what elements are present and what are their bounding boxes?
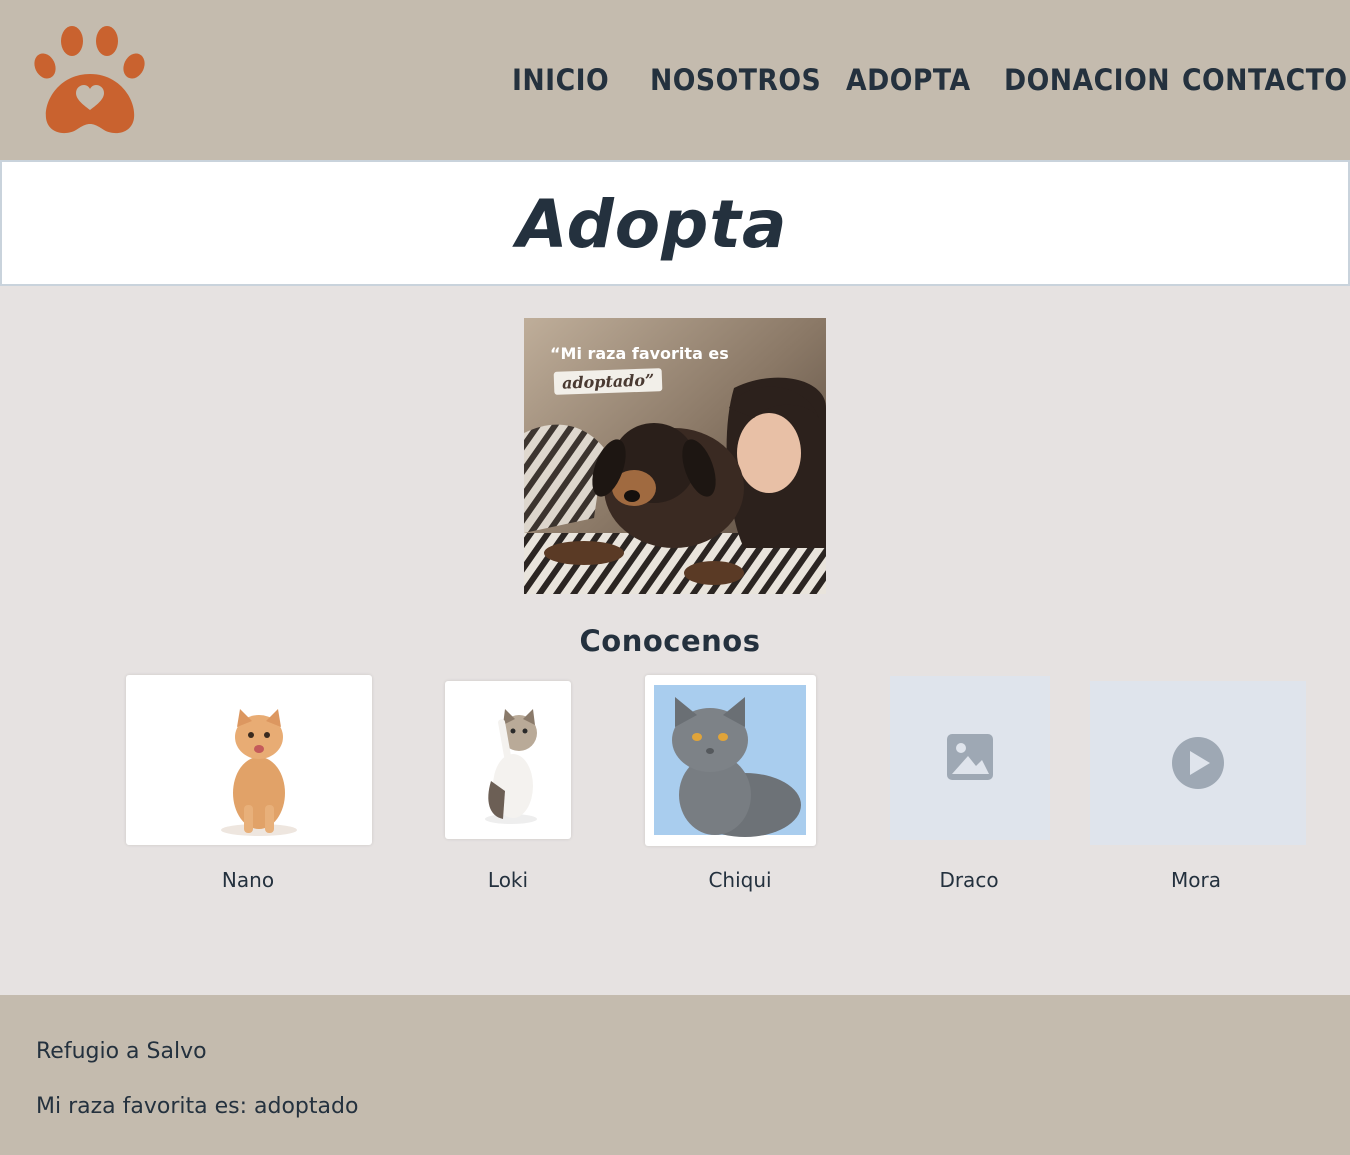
pet-name-nano[interactable]: Nano <box>148 868 348 892</box>
site-footer: Refugio a Salvo Mi raza favorita es: ado… <box>0 995 1350 1155</box>
pet-card-draco[interactable] <box>890 676 1050 840</box>
nav-nosotros[interactable]: NOSOTROS <box>650 60 821 104</box>
pet-card-chiqui[interactable] <box>645 675 816 846</box>
nav-donacion[interactable]: DONACION <box>1004 60 1170 104</box>
pet-name-draco[interactable]: Draco <box>869 868 1069 892</box>
pet-name-loki[interactable]: Loki <box>408 868 608 892</box>
pet-card-mora[interactable] <box>1090 681 1306 845</box>
pet-card-loki[interactable] <box>445 681 571 839</box>
nav-inicio[interactable]: INICIO <box>512 60 609 104</box>
site-header: INICIO NOSOTROS ADOPTA DONACION CONTACTO <box>0 0 1350 160</box>
hero-image: “Mi raza favorita es adoptado” <box>524 318 826 594</box>
pet-name-mora[interactable]: Mora <box>1096 868 1296 892</box>
orange-kitten-photo <box>221 709 297 836</box>
hero-badge: adoptado” <box>553 368 663 395</box>
footer-tagline: Mi raza favorita es: adoptado <box>36 1094 359 1119</box>
footer-brand: Refugio a Salvo <box>36 1039 207 1064</box>
hero-quote: “Mi raza favorita es <box>550 344 729 363</box>
page-title: Adopta <box>516 186 788 263</box>
image-placeholder-icon <box>947 734 993 780</box>
main-nav: INICIO NOSOTROS ADOPTA DONACION CONTACTO <box>0 60 1350 104</box>
nav-contacto[interactable]: CONTACTO <box>1182 60 1348 104</box>
title-band: Adopta <box>0 160 1350 286</box>
section-title: Conocenos <box>579 624 761 658</box>
video-play-icon <box>1172 737 1224 789</box>
pet-name-chiqui[interactable]: Chiqui <box>640 868 840 892</box>
pet-card-nano[interactable] <box>126 675 372 845</box>
tabby-kitten-photo <box>485 709 537 824</box>
grey-cat-photo <box>654 685 806 837</box>
nav-adopta[interactable]: ADOPTA <box>846 60 971 104</box>
